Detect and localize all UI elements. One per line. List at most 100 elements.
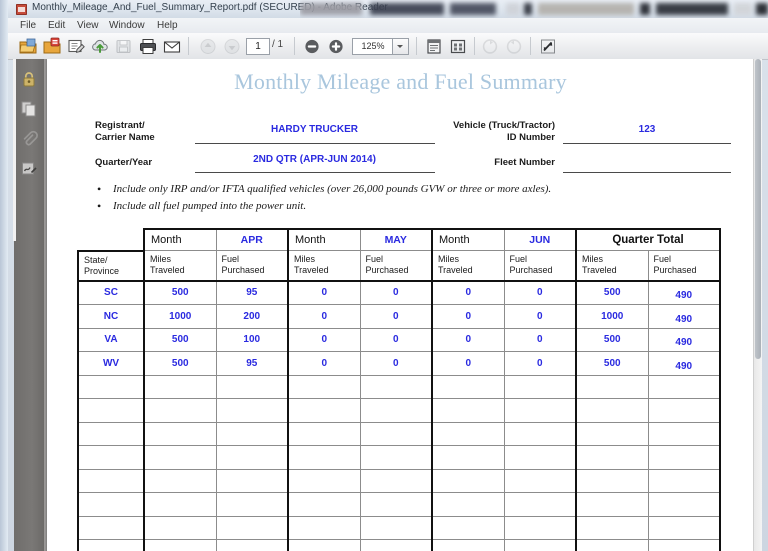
row-apr-fuel[interactable] <box>216 493 288 517</box>
menu-window[interactable]: Window <box>105 19 149 32</box>
create-pdf-icon[interactable] <box>42 37 62 56</box>
row-jun-miles[interactable] <box>432 516 504 540</box>
row-jun-fuel[interactable] <box>504 516 576 540</box>
menu-edit[interactable]: Edit <box>44 19 69 32</box>
row-state[interactable]: NC <box>78 305 144 329</box>
row-quarter-miles[interactable]: 500 <box>576 281 648 305</box>
document-vertical-scrollbar[interactable] <box>753 59 762 551</box>
printer-icon[interactable] <box>138 37 158 56</box>
signature-icon[interactable] <box>19 159 39 179</box>
row-may-fuel[interactable] <box>360 516 432 540</box>
row-apr-fuel[interactable] <box>216 540 288 551</box>
row-quarter-miles[interactable] <box>576 399 648 423</box>
row-apr-miles[interactable]: 500 <box>144 328 216 352</box>
menu-file[interactable]: File <box>16 19 40 32</box>
row-state[interactable] <box>78 446 144 470</box>
row-quarter-miles[interactable]: 500 <box>576 352 648 376</box>
row-may-fuel[interactable]: 0 <box>360 305 432 329</box>
row-apr-miles[interactable] <box>144 399 216 423</box>
quarter-year-value[interactable]: 2ND QTR (APR-JUN 2014) <box>197 154 432 165</box>
row-quarter-miles[interactable]: 1000 <box>576 305 648 329</box>
minus-circle-icon[interactable] <box>302 37 322 56</box>
row-state[interactable] <box>78 469 144 493</box>
row-apr-miles[interactable] <box>144 375 216 399</box>
row-quarter-fuel[interactable] <box>648 375 720 399</box>
fullscreen-arrows-icon[interactable] <box>538 37 558 56</box>
registrant-carrier-name-value[interactable]: HARDY TRUCKER <box>197 124 432 135</box>
row-may-miles[interactable] <box>288 446 360 470</box>
row-may-miles[interactable] <box>288 469 360 493</box>
row-apr-fuel[interactable] <box>216 469 288 493</box>
row-may-miles[interactable] <box>288 399 360 423</box>
row-apr-miles[interactable] <box>144 469 216 493</box>
row-jun-miles[interactable] <box>432 422 504 446</box>
row-quarter-miles[interactable] <box>576 469 648 493</box>
envelope-icon[interactable] <box>162 37 182 56</box>
row-may-miles[interactable] <box>288 493 360 517</box>
row-may-fuel[interactable] <box>360 469 432 493</box>
row-apr-miles[interactable] <box>144 422 216 446</box>
row-jun-fuel[interactable]: 0 <box>504 281 576 305</box>
row-quarter-miles[interactable] <box>576 375 648 399</box>
row-jun-miles[interactable]: 0 <box>432 328 504 352</box>
row-jun-miles[interactable] <box>432 446 504 470</box>
row-quarter-miles[interactable] <box>576 516 648 540</box>
row-jun-fuel[interactable] <box>504 375 576 399</box>
paperclip-icon[interactable] <box>19 129 39 149</box>
cloud-upload-icon[interactable] <box>90 37 110 56</box>
row-jun-miles[interactable]: 0 <box>432 305 504 329</box>
fit-page-icon[interactable] <box>424 37 444 56</box>
row-may-miles[interactable] <box>288 375 360 399</box>
row-apr-miles[interactable]: 1000 <box>144 305 216 329</box>
row-quarter-fuel[interactable] <box>648 422 720 446</box>
row-apr-miles[interactable]: 500 <box>144 352 216 376</box>
row-apr-fuel[interactable] <box>216 422 288 446</box>
page-number-input[interactable]: 1 <box>246 38 270 55</box>
row-jun-fuel[interactable]: 0 <box>504 305 576 329</box>
row-state[interactable]: VA <box>78 328 144 352</box>
row-quarter-fuel[interactable] <box>648 469 720 493</box>
row-may-miles[interactable]: 0 <box>288 281 360 305</box>
row-quarter-miles[interactable] <box>576 422 648 446</box>
row-state[interactable]: SC <box>78 281 144 305</box>
row-apr-miles[interactable] <box>144 493 216 517</box>
row-may-fuel[interactable]: 0 <box>360 352 432 376</box>
row-quarter-fuel[interactable]: 490 <box>648 305 720 329</box>
pages-icon[interactable] <box>19 99 39 119</box>
row-apr-fuel[interactable] <box>216 375 288 399</box>
row-may-fuel[interactable] <box>360 446 432 470</box>
folder-open-icon[interactable] <box>18 37 38 56</box>
row-jun-miles[interactable] <box>432 493 504 517</box>
row-apr-fuel[interactable]: 95 <box>216 281 288 305</box>
row-jun-fuel[interactable] <box>504 469 576 493</box>
row-may-miles[interactable]: 0 <box>288 305 360 329</box>
fit-width-icon[interactable] <box>448 37 468 56</box>
row-state[interactable]: WV <box>78 352 144 376</box>
row-quarter-miles[interactable]: 500 <box>576 328 648 352</box>
row-jun-miles[interactable]: 0 <box>432 352 504 376</box>
row-apr-miles[interactable]: 500 <box>144 281 216 305</box>
row-state[interactable] <box>78 493 144 517</box>
row-jun-fuel[interactable] <box>504 493 576 517</box>
row-apr-fuel[interactable]: 200 <box>216 305 288 329</box>
row-quarter-fuel[interactable] <box>648 540 720 551</box>
row-apr-fuel[interactable] <box>216 399 288 423</box>
row-quarter-miles[interactable] <box>576 540 648 551</box>
menu-view[interactable]: View <box>73 19 103 32</box>
lock-icon[interactable] <box>19 69 39 89</box>
row-apr-fuel[interactable] <box>216 516 288 540</box>
row-may-miles[interactable]: 0 <box>288 328 360 352</box>
plus-circle-icon[interactable] <box>326 37 346 56</box>
row-state[interactable] <box>78 516 144 540</box>
row-may-fuel[interactable] <box>360 422 432 446</box>
row-jun-miles[interactable] <box>432 375 504 399</box>
row-quarter-fuel[interactable] <box>648 516 720 540</box>
row-jun-miles[interactable] <box>432 469 504 493</box>
rail-position-indicator[interactable] <box>13 59 16 241</box>
row-may-fuel[interactable]: 0 <box>360 328 432 352</box>
row-quarter-fuel[interactable]: 490 <box>648 328 720 352</box>
row-may-miles[interactable]: 0 <box>288 352 360 376</box>
row-apr-miles[interactable] <box>144 516 216 540</box>
row-jun-fuel[interactable] <box>504 446 576 470</box>
row-quarter-fuel[interactable]: 490 <box>648 352 720 376</box>
